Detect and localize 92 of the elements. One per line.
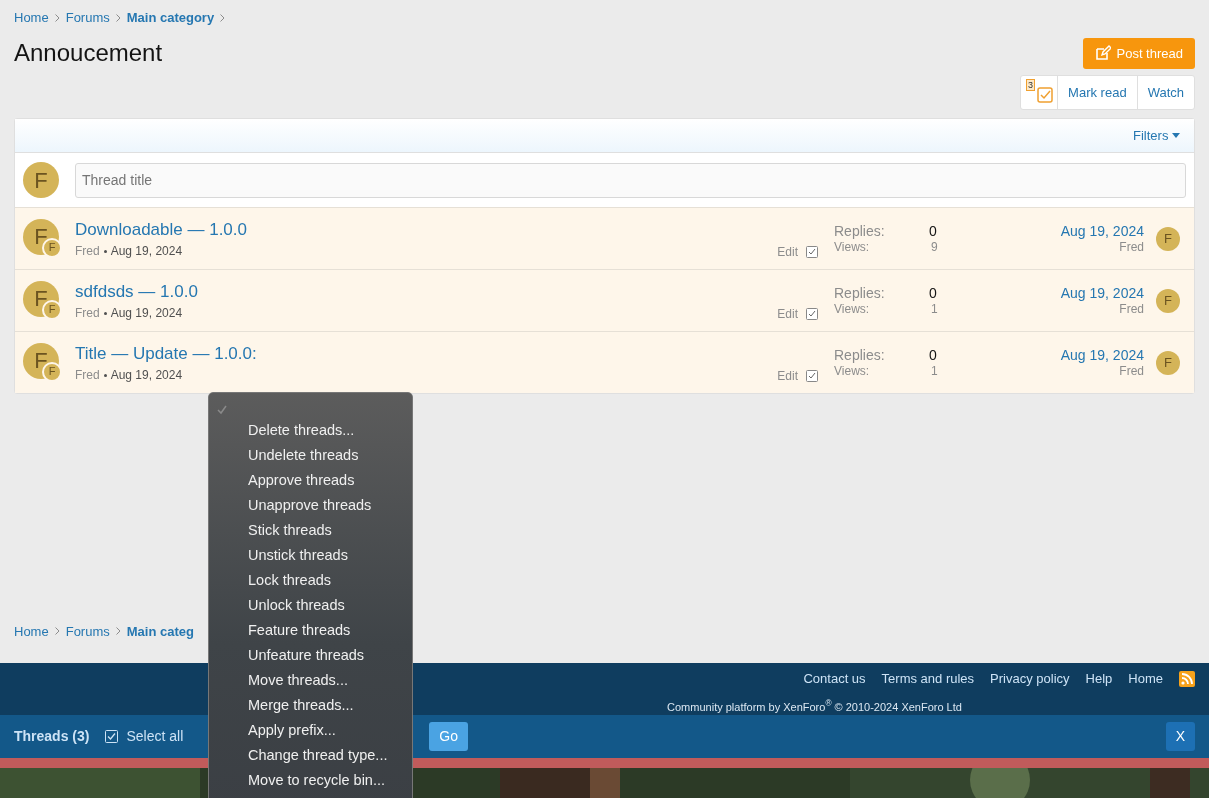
chevron-icon: [54, 13, 60, 22]
thread-title-link[interactable]: Downloadable — 1.0.0: [75, 219, 247, 239]
breadcrumb-link[interactable]: Main categ: [126, 621, 194, 641]
close-button[interactable]: X: [1165, 722, 1195, 751]
replies-label: Replies:: [834, 345, 886, 364]
copyright-text: Community platform by XenForo$^{®}$ © 2010-2024 XenForo Ltd: [667, 700, 962, 713]
edit-link[interactable]: Edit: [777, 243, 798, 262]
last-post-date[interactable]: Aug 19, 2024: [959, 221, 1144, 240]
select-checkbox[interactable]: [806, 246, 818, 259]
avatar: F: [1156, 288, 1180, 313]
thread-title-link[interactable]: sdfdsds — 1.0.0: [75, 281, 198, 301]
chevron-icon: [115, 627, 121, 636]
select-checkbox[interactable]: [806, 308, 818, 321]
avatar: F: [1156, 226, 1180, 251]
last-post-date[interactable]: Aug 19, 2024: [959, 345, 1144, 364]
avatar: F: [1156, 350, 1180, 375]
thread-author[interactable]: Fred: [75, 304, 100, 323]
action-button[interactable]: Watch: [1136, 76, 1194, 109]
menu-option[interactable]: Move to recycle bin...: [209, 768, 412, 793]
menu-option[interactable]: Delete threads...: [209, 418, 412, 443]
menu-option[interactable]: Approve threads: [209, 468, 412, 493]
menu-option[interactable]: Stick threads: [209, 518, 412, 543]
chevron-icon: [54, 627, 60, 636]
thread-title-link[interactable]: Title — Update — 1.0.0:: [75, 343, 257, 363]
menu-option[interactable]: Move threads...: [209, 668, 412, 693]
avatar-badge: F: [42, 237, 62, 258]
selected-items-button[interactable]: 3: [1021, 76, 1058, 109]
avatar: F: [23, 162, 59, 199]
caret-icon: [1172, 133, 1180, 140]
menu-option[interactable]: Unfeature threads: [209, 643, 412, 668]
page-title: Annoucement: [14, 38, 163, 68]
replies-label: Replies:: [834, 283, 886, 302]
thread-title-input[interactable]: Thread title: [75, 162, 1186, 198]
menu-option[interactable]: Feature threads: [209, 618, 412, 643]
footer-link[interactable]: Privacy policy: [990, 669, 1070, 689]
menu-option[interactable]: Lock threads: [209, 568, 412, 593]
views-count: 1: [930, 301, 939, 318]
breadcrumb-link[interactable]: Forums: [65, 8, 110, 28]
footer-link[interactable]: Help: [1085, 669, 1113, 689]
views-count: 1: [930, 363, 939, 380]
menu-option[interactable]: Apply prefix...: [209, 718, 412, 743]
thread-author[interactable]: Fred: [75, 366, 100, 385]
separator-dot-icon: [103, 249, 107, 253]
checkbox-icon: [105, 730, 119, 743]
replies-count: 0: [929, 345, 938, 364]
action-button[interactable]: Mark read: [1057, 76, 1137, 109]
check-icon: [217, 405, 227, 416]
menu-option[interactable]: Unlock threads: [209, 593, 412, 618]
footer-link[interactable]: Contact us: [803, 669, 866, 689]
replies-count: 0: [929, 283, 938, 302]
avatar-badge: F: [42, 361, 62, 382]
separator-dot-icon: [103, 311, 107, 315]
separator-dot-icon: [103, 373, 107, 377]
thread-author[interactable]: Fred: [75, 242, 100, 261]
last-poster: Fred: [1118, 363, 1144, 380]
last-poster: Fred: [1118, 301, 1144, 318]
last-post-date[interactable]: Aug 19, 2024: [959, 283, 1144, 302]
footer-link[interactable]: Terms and rules: [881, 669, 975, 689]
replies-label: Replies:: [834, 221, 886, 240]
rss-icon: [1179, 670, 1195, 687]
replies-count: 0: [929, 221, 938, 240]
breadcrumb-link[interactable]: Forums: [65, 621, 110, 641]
pencil-icon: [1094, 45, 1111, 62]
menu-option[interactable]: Merge threads...: [209, 693, 412, 718]
views-label: Views:: [834, 363, 871, 380]
views-label: Views:: [834, 301, 871, 318]
checkbox-icon: [1037, 86, 1054, 103]
edit-link[interactable]: Edit: [777, 305, 798, 324]
chevron-icon: [220, 13, 226, 22]
avatar-badge: F: [42, 299, 62, 320]
menu-option[interactable]: Change thread type...: [209, 743, 412, 768]
breadcrumb-link[interactable]: Home: [14, 621, 49, 641]
thread-date: Aug 19, 2024: [110, 367, 183, 385]
go-button[interactable]: Go: [429, 722, 468, 751]
last-poster: Fred: [1118, 239, 1144, 256]
menu-option[interactable]: Undelete threads: [209, 443, 412, 468]
thread-date: Aug 19, 2024: [110, 243, 183, 261]
filters-link[interactable]: Filters: [1133, 127, 1180, 143]
edit-link[interactable]: Edit: [777, 367, 798, 386]
select-checkbox[interactable]: [806, 370, 818, 383]
thread-date: Aug 19, 2024: [110, 305, 183, 323]
threads-count-label: Threads (3): [14, 727, 90, 746]
menu-option[interactable]: Unapprove threads: [209, 493, 412, 518]
selection-count: 3: [1026, 79, 1036, 91]
select-all-checkbox[interactable]: Select all: [105, 726, 184, 747]
menu-option[interactable]: Unstick threads: [209, 543, 412, 568]
views-label: Views:: [834, 239, 871, 256]
breadcrumb-link[interactable]: Home: [14, 8, 49, 28]
views-count: 9: [930, 239, 939, 256]
footer-link[interactable]: Home: [1128, 669, 1163, 689]
breadcrumb-link[interactable]: Main category: [126, 8, 215, 28]
chevron-icon: [115, 13, 121, 22]
